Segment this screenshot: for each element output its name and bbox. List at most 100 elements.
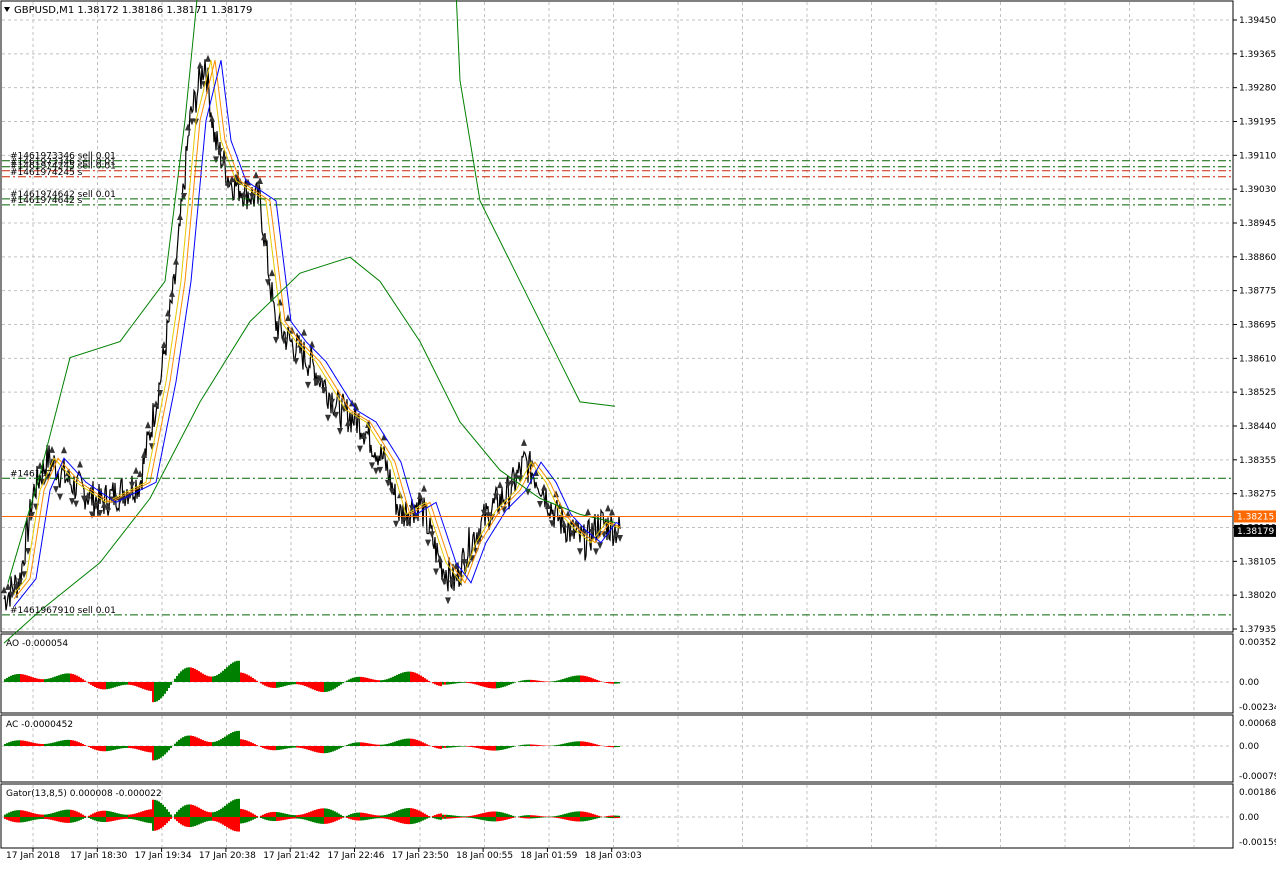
gator-bar	[268, 817, 270, 821]
ao-bar	[54, 677, 56, 682]
gator-bar	[342, 816, 344, 817]
ac-bar	[224, 737, 226, 746]
gator-bar	[74, 817, 76, 822]
ao-bar	[486, 682, 488, 688]
gator-bar	[22, 810, 24, 817]
ac-bar	[284, 746, 286, 749]
ac-bar	[56, 742, 58, 746]
ac-bar	[504, 746, 506, 749]
ao-bar	[162, 682, 164, 696]
ao-bar	[328, 682, 330, 691]
gator-bar	[134, 817, 136, 820]
ao-bar	[60, 675, 62, 682]
gator-bar	[52, 817, 54, 820]
gator-bar	[102, 817, 104, 822]
ac-bar	[560, 744, 562, 746]
ao-bar	[526, 680, 528, 682]
gator-bar	[470, 817, 472, 818]
gator-bar	[32, 813, 34, 817]
gator-bar	[522, 817, 524, 818]
ac-bar	[396, 741, 398, 746]
gator-bar	[526, 815, 528, 817]
price-tick-label: 1.38695	[1239, 321, 1276, 331]
gator-bar	[186, 817, 188, 827]
ao-bar	[12, 675, 14, 682]
gator-bar	[196, 817, 198, 825]
gator-bar	[242, 809, 244, 817]
chart-window[interactable]: #1461973346 sell 0.01#1461973346 sell 0.…	[0, 0, 1276, 866]
chart-canvas[interactable]: #1461973346 sell 0.01#1461973346 sell 0.…	[0, 0, 1276, 866]
ac-bar	[176, 742, 178, 746]
gator-bar	[406, 808, 408, 817]
ao-bar	[44, 679, 46, 682]
ao-bar	[232, 662, 234, 682]
gator-bar	[140, 812, 142, 817]
ao-bar	[222, 671, 224, 682]
gator-bar	[246, 811, 248, 817]
gator-bar	[24, 811, 26, 817]
price-tick-label: 1.38610	[1239, 354, 1276, 364]
ac-bar	[190, 736, 192, 746]
gator-bar	[452, 815, 454, 817]
ao-bar	[278, 682, 280, 687]
gator-bar	[108, 817, 110, 822]
ac-bar	[342, 746, 344, 747]
gator-bar	[236, 799, 238, 817]
gator-bar	[264, 817, 266, 820]
ac-bar	[388, 743, 390, 746]
ao-bar	[488, 682, 490, 688]
gator-bar	[220, 809, 222, 817]
gator-bar	[564, 814, 566, 817]
ac-bar	[608, 746, 610, 747]
ao-bar	[32, 677, 34, 682]
gator-bar	[132, 814, 134, 817]
gator-bar	[38, 817, 40, 819]
gator-bar	[388, 817, 390, 819]
ac-bar	[374, 744, 376, 746]
gator-bar	[568, 813, 570, 817]
gator-bar	[268, 813, 270, 817]
ao-bar	[396, 675, 398, 682]
ac-bar	[228, 734, 230, 746]
ac-bar	[490, 746, 492, 750]
gator-bar	[104, 817, 106, 822]
gator-bar	[412, 808, 414, 817]
triangle-down-icon[interactable]	[4, 7, 10, 12]
ac-bar	[88, 746, 90, 747]
gator-bar	[12, 811, 14, 817]
ac-bar	[118, 746, 120, 749]
gator-bar	[596, 815, 598, 817]
ao-bar	[600, 681, 602, 682]
ao-bar	[26, 675, 28, 682]
gator-bar	[182, 806, 184, 817]
gator-bar	[206, 817, 208, 821]
gator-bar	[444, 815, 446, 817]
ao-bar	[502, 682, 504, 687]
gator-bar	[272, 817, 274, 821]
price-tick-label: 1.39450	[1239, 16, 1276, 26]
fractal-arrow-icon	[177, 213, 183, 220]
gator-bar	[274, 817, 276, 821]
gator-bar	[330, 810, 332, 817]
gator-bar	[92, 817, 94, 820]
ao-bar	[92, 682, 94, 686]
ao-bar	[72, 674, 74, 682]
gator-bar	[410, 817, 412, 824]
ao-bar	[96, 682, 98, 688]
ao-bar	[474, 682, 476, 684]
gator-bar	[34, 817, 36, 820]
ao-bar	[566, 678, 568, 682]
gator-bar	[320, 817, 322, 824]
ac-panel[interactable]	[1, 715, 1233, 782]
gator-bar	[214, 817, 216, 821]
ac-bar	[144, 746, 146, 751]
gator-bar	[34, 814, 36, 817]
ac-bar	[578, 741, 580, 746]
ao-bar	[394, 676, 396, 682]
gator-bar	[280, 817, 282, 820]
gator-bar	[536, 817, 538, 818]
gator-bar	[556, 816, 558, 817]
gator-bar	[304, 817, 306, 820]
gator-bar	[528, 817, 530, 818]
gator-bar	[272, 812, 274, 817]
